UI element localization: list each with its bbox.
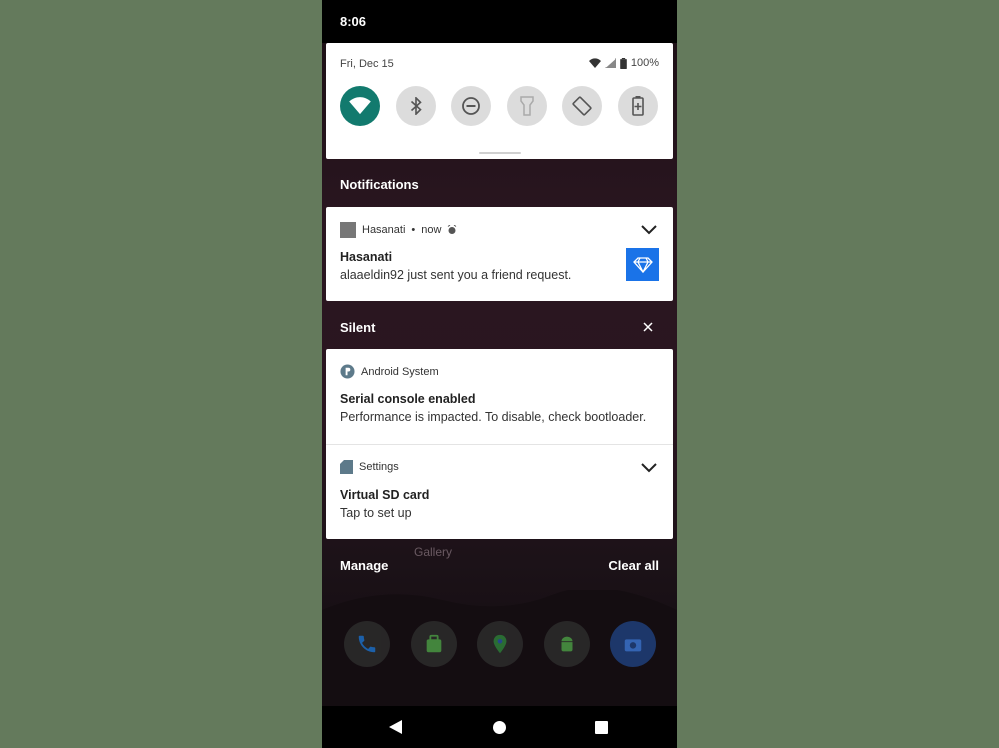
chevron-down-icon[interactable] [641, 225, 657, 235]
dnd-tile[interactable] [451, 86, 492, 126]
qs-tiles [340, 86, 658, 126]
wifi-tile[interactable] [340, 86, 380, 126]
notification-app-row: Android System [340, 364, 439, 379]
flashlight-tile[interactable] [506, 86, 547, 126]
notification-app-row: Hasanati • now [340, 222, 457, 238]
notification-title[interactable]: Serial console enabled [340, 392, 475, 406]
notifications-header: Notifications [340, 177, 419, 192]
clear-all-button[interactable]: Clear all [608, 558, 659, 573]
qs-status-icons: 100% [588, 57, 659, 69]
notification-title: Hasanati [340, 250, 393, 264]
flashlight-icon [520, 96, 534, 116]
status-bar: 8:06 [322, 0, 677, 43]
app-name: Android System [361, 365, 439, 378]
notification-text: alaaeldin92 just sent you a friend reque… [340, 268, 572, 282]
silent-header: Silent [340, 320, 376, 335]
wifi-icon [349, 97, 371, 115]
camera-app-icon[interactable] [610, 621, 656, 667]
maps-app-icon[interactable] [477, 621, 523, 667]
sd-card-icon [340, 460, 353, 474]
bluetooth-tile[interactable] [395, 86, 436, 126]
recents-icon[interactable] [595, 721, 608, 734]
rotate-tile[interactable] [562, 86, 603, 126]
battery-saver-tile[interactable] [617, 86, 658, 126]
notification-card-hasanati[interactable]: Hasanati • now Hasanati alaaeldin92 just… [326, 207, 673, 301]
dock [344, 621, 656, 667]
quick-settings-panel: Fri, Dec 15 100% [326, 43, 673, 159]
phone-app-icon[interactable] [344, 621, 390, 667]
divider [326, 444, 673, 445]
app-name: Hasanati [362, 224, 406, 236]
alarm-icon [448, 225, 457, 234]
notification-app-row: Settings [340, 460, 399, 474]
back-icon[interactable] [389, 720, 403, 734]
android-system-icon [340, 364, 355, 379]
bluetooth-icon [410, 97, 422, 115]
android-app-icon[interactable] [543, 621, 590, 667]
diamond-icon [632, 256, 653, 273]
cell-signal-icon [604, 58, 616, 68]
silent-notifications-card: Android System Serial console enabled Pe… [326, 349, 673, 539]
qs-drag-handle[interactable] [479, 152, 521, 154]
clock: 8:06 [340, 14, 367, 29]
home-icon[interactable] [493, 721, 506, 734]
battery-saver-icon [632, 96, 644, 116]
notification-text: Performance is impacted. To disable, che… [340, 410, 647, 424]
separator-dot: • [411, 224, 416, 236]
auto-rotate-icon [572, 96, 592, 116]
phone-screen: Gallery 8:06 Fri, Dec 15 100% Notificati… [322, 0, 677, 748]
wifi-signal-icon [588, 58, 601, 68]
manage-button[interactable]: Manage [340, 558, 388, 573]
do-not-disturb-icon [462, 97, 481, 115]
app-name: Settings [359, 461, 399, 473]
close-icon[interactable] [643, 322, 653, 332]
notification-time: now [421, 224, 442, 236]
navigation-bar [322, 706, 677, 748]
store-app-icon[interactable] [410, 621, 457, 667]
app-icon [340, 222, 356, 238]
notification-text: Tap to set up [340, 506, 412, 520]
notification-thumbnail [626, 248, 659, 281]
qs-date: Fri, Dec 15 [340, 58, 394, 70]
gallery-label: Gallery [414, 545, 453, 559]
battery-percent: 100% [630, 57, 659, 69]
battery-icon [620, 57, 627, 69]
notification-title[interactable]: Virtual SD card [340, 488, 429, 502]
chevron-down-icon[interactable] [641, 463, 657, 473]
